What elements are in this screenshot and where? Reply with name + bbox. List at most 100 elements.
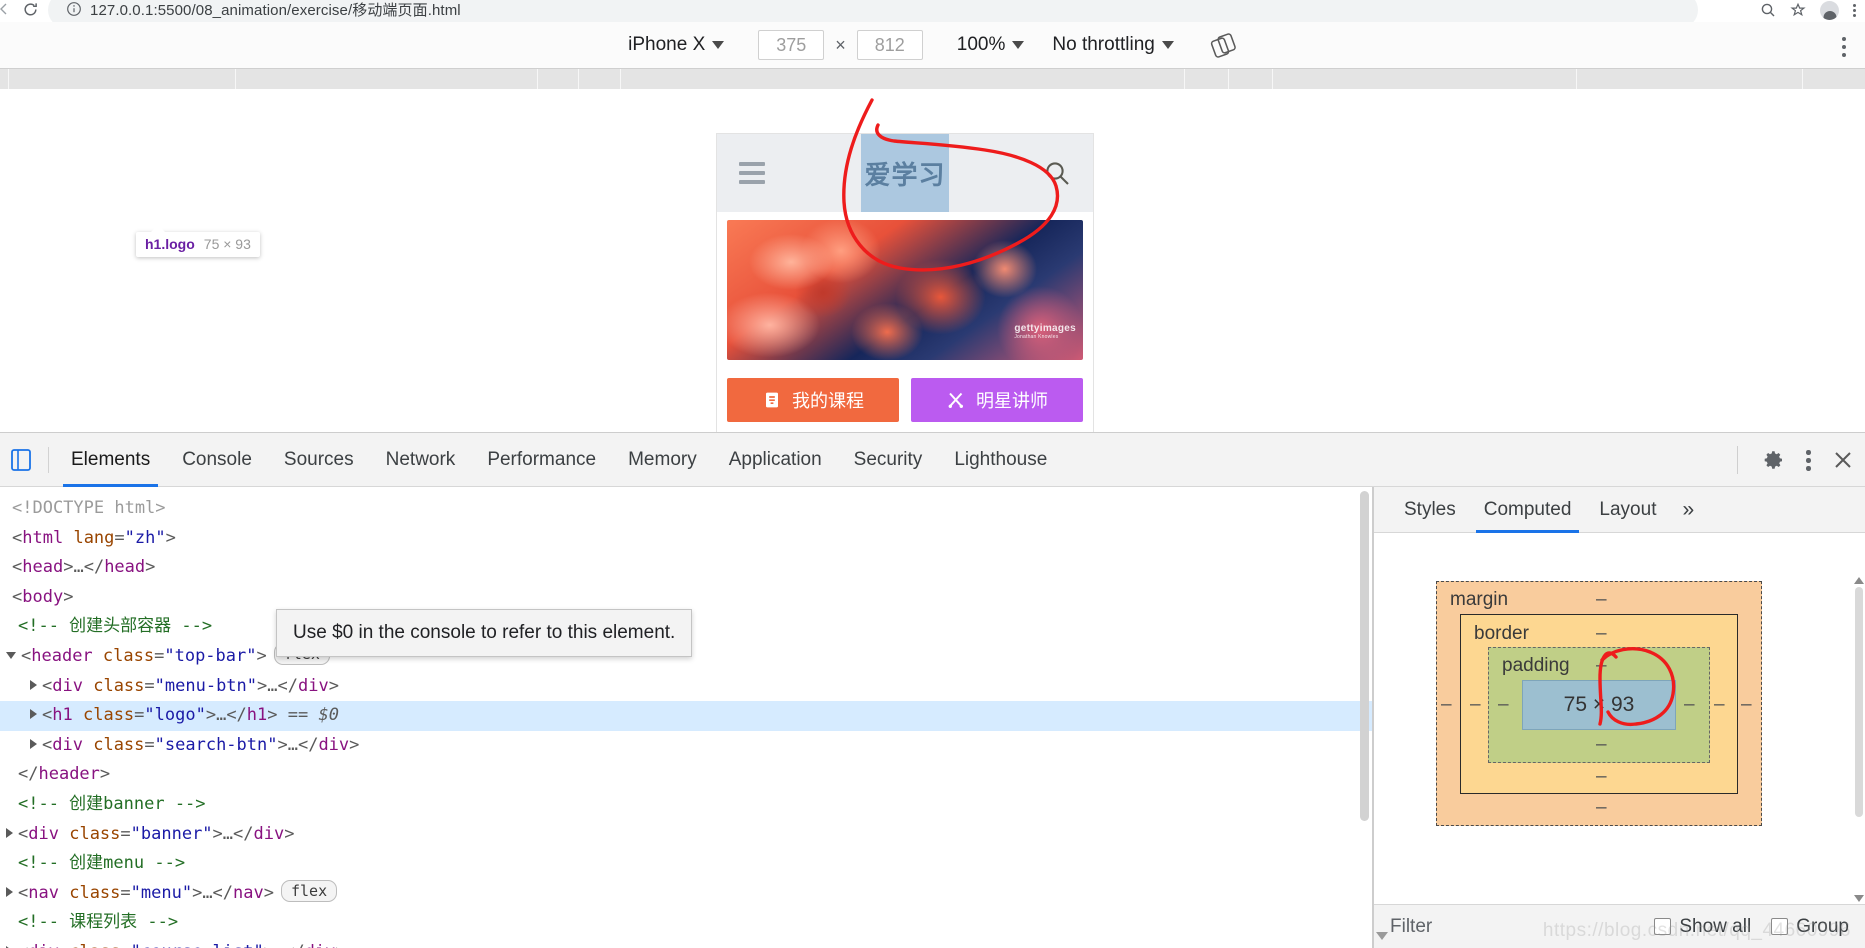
throttling-select[interactable]: No throttling (1052, 34, 1174, 56)
margin-top-value[interactable]: ‒ (1596, 589, 1607, 611)
dom-tree-row[interactable]: <head>…</head> (0, 553, 1372, 583)
dom-tree-row[interactable]: <!-- 课程列表 --> (0, 908, 1372, 938)
dom-tree-row[interactable]: <div class="banner">…</div> (0, 820, 1372, 850)
tab-computed[interactable]: Computed (1470, 487, 1586, 533)
tab-sources[interactable]: Sources (268, 433, 370, 487)
devtools-body: <!DOCTYPE html> <html lang="zh"> <head>…</… (0, 487, 1865, 948)
styles-sidebar-pane: Styles Computed Layout » margin ‒ ‒ ‒ ‒ … (1374, 487, 1865, 948)
more-tabs-icon[interactable]: » (1670, 487, 1706, 533)
site-info-icon[interactable] (66, 1, 82, 17)
box-model-padding-label: padding (1502, 655, 1570, 676)
omnibox-actions (1760, 0, 1857, 20)
scroll-up-arrow[interactable] (1854, 577, 1864, 584)
profile-avatar[interactable] (1820, 0, 1839, 20)
dom-tree-pane[interactable]: <!DOCTYPE html> <html lang="zh"> <head>…</… (0, 487, 1372, 948)
margin-bottom-value[interactable]: ‒ (1596, 797, 1607, 819)
tab-lighthouse[interactable]: Lighthouse (938, 433, 1063, 487)
back-icon[interactable] (0, 1, 12, 17)
border-bottom-value[interactable]: ‒ (1596, 766, 1607, 788)
zoom-select[interactable]: 100% (957, 34, 1025, 56)
preview-menu-row: 我的课程 明星讲师 (717, 360, 1093, 422)
dom-tree-markup: <div class="course-list">…</div> (18, 942, 346, 948)
tab-elements[interactable]: Elements (55, 433, 166, 487)
dom-tree-markup: <!-- 课程列表 --> (18, 912, 179, 933)
padding-right-value[interactable]: ‒ (1684, 694, 1695, 716)
highlight-selector: h1.logo (145, 236, 195, 252)
expand-arrow-closed-icon[interactable] (30, 738, 37, 749)
padding-top-value[interactable]: ‒ (1596, 655, 1607, 677)
filter-input[interactable]: Filter (1390, 916, 1432, 938)
scroll-down-arrow[interactable] (1854, 895, 1864, 902)
reload-icon[interactable] (22, 1, 39, 18)
tab-memory[interactable]: Memory (612, 433, 713, 487)
padding-left-value[interactable]: ‒ (1498, 694, 1509, 716)
highlight-dimensions: 75 × 93 (203, 236, 251, 252)
device-toolbar-menu-icon[interactable] (1842, 37, 1847, 57)
rotate-device-icon[interactable] (1210, 32, 1237, 59)
dom-tree-lines: <!DOCTYPE html> <html lang="zh"> <head>…</… (0, 494, 1372, 948)
dom-tree-row[interactable]: <!-- 创建banner --> (0, 790, 1372, 820)
throttling-select-label: No throttling (1052, 34, 1155, 55)
toolbar-divider (48, 446, 49, 473)
hamburger-menu-icon[interactable] (739, 162, 765, 184)
inspect-element-icon[interactable] (10, 448, 32, 472)
dom-tree-row-selected[interactable]: <h1 class="logo">…</h1> == $0 (0, 701, 1372, 731)
more-options-icon[interactable] (1806, 449, 1811, 471)
tab-security[interactable]: Security (838, 433, 939, 487)
expand-arrow-closed-icon[interactable] (6, 827, 13, 838)
padding-bottom-value[interactable]: ‒ (1596, 734, 1607, 756)
tab-performance[interactable]: Performance (471, 433, 612, 487)
device-select-label: iPhone X (628, 34, 706, 55)
browser-omnibar: 127.0.0.1:5500/08_animation/exercise/移动端… (0, 0, 1865, 22)
dom-tree-row[interactable]: <body> (0, 583, 1372, 613)
device-select[interactable]: iPhone X (628, 34, 725, 56)
expand-arrow-open-icon[interactable] (6, 651, 16, 659)
tab-application[interactable]: Application (713, 433, 838, 487)
box-model-content[interactable]: 75 × 93 (1522, 680, 1676, 730)
border-right-value[interactable]: ‒ (1714, 694, 1725, 716)
dom-tree-row[interactable]: <div class="course-list">…</div> (0, 938, 1372, 948)
expand-arrow-closed-icon[interactable] (6, 886, 13, 897)
book-icon (762, 390, 782, 410)
viewport-height-input[interactable]: 812 (856, 30, 923, 60)
search-icon[interactable] (1043, 159, 1071, 187)
preview-banner-image: gettyimages Jonathan Knowles (727, 220, 1083, 360)
computed-pane-content: margin ‒ ‒ ‒ ‒ border ‒ ‒ ‒ ‒ padding ‒ (1374, 533, 1865, 904)
dom-tree-scrollbar[interactable] (1360, 491, 1369, 821)
close-icon[interactable] (1831, 448, 1855, 472)
tab-styles[interactable]: Styles (1390, 487, 1470, 533)
dom-tree-row[interactable]: <div class="search-btn">…</div> (0, 731, 1372, 761)
browser-menu-icon[interactable] (1853, 2, 1857, 18)
preview-button-star-teachers[interactable]: 明星讲师 (911, 378, 1083, 422)
search-icon[interactable] (1760, 2, 1776, 18)
preview-top-bar: 爱学习 (717, 134, 1093, 212)
tab-network[interactable]: Network (370, 433, 472, 487)
tab-console[interactable]: Console (166, 433, 268, 487)
page-ruler-strip (0, 69, 1865, 89)
gear-icon[interactable] (1762, 448, 1786, 472)
expand-arrow-closed-icon[interactable] (30, 679, 37, 690)
tab-layout[interactable]: Layout (1585, 487, 1670, 533)
dom-tree-row[interactable]: </header> (0, 760, 1372, 790)
dom-tree-row[interactable]: <nav class="menu">…</nav> flex (0, 879, 1372, 909)
dom-tree-row[interactable]: <!DOCTYPE html> (0, 494, 1372, 524)
address-bar-url[interactable]: 127.0.0.1:5500/08_animation/exercise/移动端… (90, 0, 461, 20)
expand-arrow-closed-icon[interactable] (30, 709, 37, 720)
preview-button-my-courses[interactable]: 我的课程 (727, 378, 899, 422)
computed-pane-scrollbar[interactable] (1855, 587, 1863, 817)
phone-preview-frame: 爱学习 gettyimages Jonathan Knowles 我的课程 明星… (716, 133, 1094, 432)
viewport-width-input[interactable]: 375 (758, 30, 825, 60)
box-model-diagram: margin ‒ ‒ ‒ ‒ border ‒ ‒ ‒ ‒ padding ‒ (1436, 581, 1762, 826)
bookmark-star-icon[interactable] (1790, 2, 1806, 18)
dom-tree-row[interactable]: <html lang="zh"> (0, 524, 1372, 554)
margin-right-value[interactable]: ‒ (1741, 694, 1752, 716)
margin-left-value[interactable]: ‒ (1441, 694, 1452, 716)
resize-handle-arrow[interactable] (1376, 932, 1388, 940)
toolbar-divider (1737, 446, 1738, 474)
border-top-value[interactable]: ‒ (1596, 623, 1607, 645)
border-left-value[interactable]: ‒ (1470, 694, 1481, 716)
dom-tree-row[interactable]: <!-- 创建menu --> (0, 849, 1372, 879)
dom-tree-markup: <div class="search-btn">…</div> (42, 734, 360, 755)
dom-tree-row[interactable]: <div class="menu-btn">…</div> (0, 672, 1372, 702)
banner-watermark-sub: Jonathan Knowles (1014, 334, 1059, 340)
